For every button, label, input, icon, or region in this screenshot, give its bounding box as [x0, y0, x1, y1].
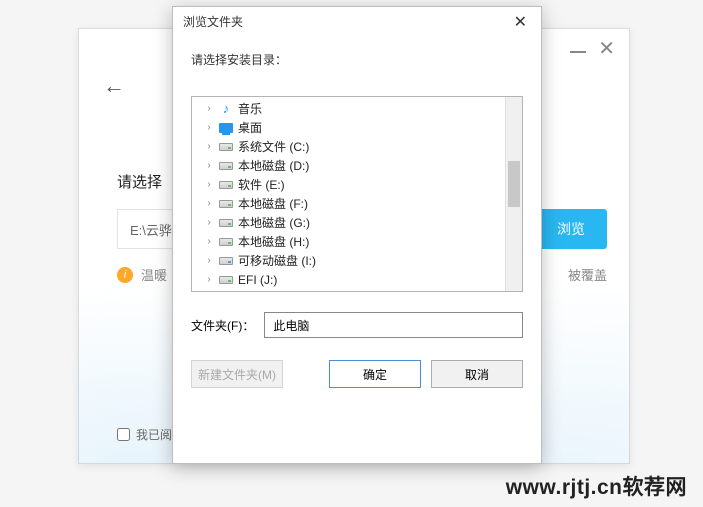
tree-item[interactable]: › 桌面: [196, 118, 522, 137]
browse-button[interactable]: 浏览: [535, 209, 607, 249]
tree-item-label: 本地磁盘 (D:): [238, 157, 309, 174]
dialog-close-icon[interactable]: ✕: [510, 12, 531, 32]
select-label: 请选择: [117, 171, 162, 192]
tree-item-label: 桌面: [238, 119, 262, 136]
tree-item-label: 本地磁盘 (F:): [238, 195, 308, 212]
dialog-button-row: 新建文件夹(M) 确定 取消: [191, 360, 523, 388]
tree-item-label: EFI (J:): [238, 273, 277, 287]
tree-scrollbar[interactable]: [505, 97, 522, 291]
tree-item[interactable]: › 本地磁盘 (D:): [196, 156, 522, 175]
tree-item[interactable]: › EFI (J:): [196, 270, 522, 289]
dialog-instruction: 请选择安装目录：: [173, 37, 541, 68]
drive-icon: [218, 197, 234, 211]
tree-item[interactable]: › 本地磁盘 (G:): [196, 213, 522, 232]
tree-item-label: 软件 (E:): [238, 176, 285, 193]
expand-caret-icon[interactable]: ›: [204, 217, 214, 228]
warning-left: i 温暖: [117, 265, 167, 284]
music-icon: ♪: [218, 102, 234, 116]
expand-caret-icon[interactable]: ›: [204, 179, 214, 190]
expand-caret-icon[interactable]: ›: [204, 236, 214, 247]
tree-item-label: 音乐: [238, 100, 262, 117]
folder-row: 文件夹(F)：: [191, 312, 523, 338]
agree-row[interactable]: 我已阅: [117, 426, 172, 443]
back-arrow-icon[interactable]: ←: [103, 73, 125, 99]
new-folder-button[interactable]: 新建文件夹(M): [191, 360, 283, 388]
expand-caret-icon[interactable]: ›: [204, 141, 214, 152]
warning-text-right: 被覆盖: [568, 265, 607, 284]
cancel-button[interactable]: 取消: [431, 360, 523, 388]
warning-icon: i: [117, 267, 133, 283]
drive-icon: [218, 273, 234, 287]
minimize-button[interactable]: [570, 51, 586, 53]
dialog-titlebar: 浏览文件夹 ✕: [173, 7, 541, 37]
dialog-title: 浏览文件夹: [183, 13, 243, 30]
tree-item[interactable]: › ♪ 音乐: [196, 99, 522, 118]
expand-caret-icon[interactable]: ›: [204, 160, 214, 171]
tree-item-label: 系统文件 (C:): [238, 138, 309, 155]
drive-icon: [218, 235, 234, 249]
warning-text-left: 温暖: [141, 265, 167, 284]
expand-caret-icon[interactable]: ›: [204, 122, 214, 133]
drive-icon: [218, 159, 234, 173]
tree-item[interactable]: › 本地磁盘 (F:): [196, 194, 522, 213]
expand-caret-icon[interactable]: ›: [204, 274, 214, 285]
tree-item-label: 本地磁盘 (G:): [238, 214, 310, 231]
agree-checkbox[interactable]: [117, 428, 130, 441]
drive-icon: [218, 140, 234, 154]
agree-label: 我已阅: [136, 426, 172, 443]
ok-button[interactable]: 确定: [329, 360, 421, 388]
tree-item[interactable]: › 软件 (E:): [196, 175, 522, 194]
tree-item-label: 本地磁盘 (H:): [238, 233, 309, 250]
parent-titlebar: ✕: [570, 39, 615, 59]
scrollbar-thumb[interactable]: [508, 161, 520, 207]
close-button[interactable]: ✕: [598, 39, 615, 59]
tree-item[interactable]: › 可移动磁盘 (I:): [196, 251, 522, 270]
tree-item-label: 表: [238, 290, 250, 292]
folder-label: 文件夹(F)：: [191, 317, 254, 334]
tree-item[interactable]: › 本地磁盘 (H:): [196, 232, 522, 251]
desk-icon: [218, 121, 234, 135]
drive-icon: [218, 216, 234, 230]
expand-caret-icon[interactable]: ›: [204, 198, 214, 209]
folder-input[interactable]: [264, 312, 523, 338]
expand-caret-icon[interactable]: ›: [204, 255, 214, 266]
watermark: www.rjtj.cn软荐网: [506, 471, 687, 501]
tree-item[interactable]: › 系统文件 (C:): [196, 137, 522, 156]
tree-item[interactable]: ›表: [196, 289, 522, 292]
fold-icon: [218, 292, 234, 293]
tree-item-label: 可移动磁盘 (I:): [238, 252, 316, 269]
browse-folder-dialog: 浏览文件夹 ✕ 请选择安装目录： › ♪ 音乐 › 桌面 › 系统文件 (C:) › 本地磁盘 …: [172, 6, 542, 464]
rem-icon: [218, 254, 234, 268]
folder-tree: › ♪ 音乐 › 桌面 › 系统文件 (C:) › 本地磁盘 (D:) › 软件 (E:) › 本地磁盘…: [191, 96, 523, 292]
drive-icon: [218, 178, 234, 192]
expand-caret-icon[interactable]: ›: [204, 103, 214, 114]
